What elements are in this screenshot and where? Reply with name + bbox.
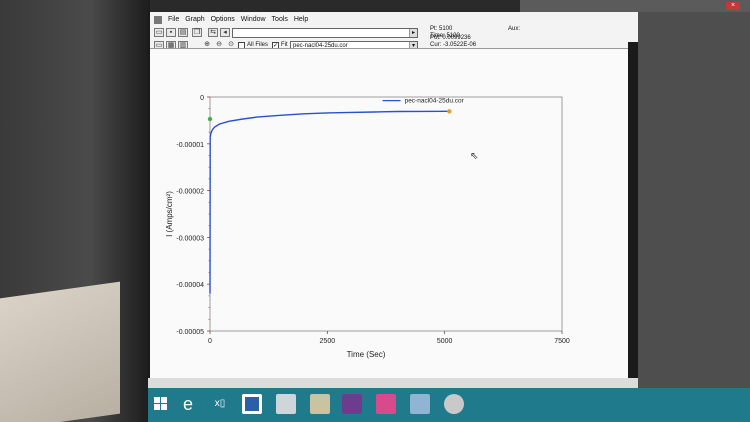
windows-start-icon[interactable] bbox=[152, 394, 172, 414]
window-titlebar: × bbox=[520, 0, 750, 12]
menu-options[interactable]: Options bbox=[211, 14, 235, 26]
y-tick-label: 0 bbox=[200, 95, 204, 102]
x-tick-label: 7500 bbox=[554, 338, 570, 345]
status-block-2: Pot: 0.0099236 Cur: -3.0522E-06 bbox=[430, 35, 476, 49]
menu-help[interactable]: Help bbox=[294, 14, 308, 26]
window-title bbox=[708, 0, 710, 9]
save-icon[interactable]: ▪ bbox=[166, 28, 176, 37]
curve-scroll-field[interactable]: ▸ bbox=[232, 28, 418, 38]
back-icon[interactable]: ◂ bbox=[220, 28, 230, 37]
y-axis-label: I (Amps/cm²) bbox=[165, 191, 174, 237]
window-border-right bbox=[628, 42, 638, 382]
app-icon[interactable] bbox=[444, 394, 464, 414]
copy-icon[interactable]: ❐ bbox=[192, 28, 202, 37]
explorer-icon[interactable] bbox=[276, 394, 296, 414]
excel-icon[interactable]: x▯ bbox=[210, 394, 230, 414]
browser-icon[interactable]: e bbox=[178, 394, 198, 414]
start-marker bbox=[207, 116, 213, 122]
word-icon[interactable] bbox=[242, 394, 262, 414]
swap-icon[interactable]: ⇆ bbox=[208, 28, 218, 37]
series-line bbox=[209, 110, 450, 294]
y-tick-label: -0.00003 bbox=[176, 235, 204, 242]
menu-graph[interactable]: Graph bbox=[185, 14, 204, 26]
legend-label: pec-nacl04-25du.cor bbox=[405, 98, 465, 105]
scroll-right-icon[interactable]: ▸ bbox=[409, 29, 417, 37]
menu-bar: File Graph Options Window Tools Help bbox=[150, 14, 640, 26]
y-tick-label: -0.00002 bbox=[176, 189, 204, 196]
mouse-cursor-icon: ⇖ bbox=[470, 151, 478, 162]
toolbar-row-1: ▭ ▪ ▤ ❐ ⇆ ◂ ▸ Pt: 5100 Time: 5100 Aux: bbox=[150, 26, 640, 40]
status-pot: Pot: 0.0099236 bbox=[430, 35, 471, 41]
x-axis-label: Time (Sec) bbox=[347, 350, 386, 359]
current-vs-time-chart[interactable]: 0 -0.00001 -0.00002 -0.00003 -0.00004 -0.0000… bbox=[150, 49, 636, 379]
close-button[interactable]: × bbox=[726, 2, 740, 10]
print-icon[interactable]: ▤ bbox=[178, 28, 188, 37]
status-pt: Pt: 5100 bbox=[430, 26, 453, 32]
echem-view-icon[interactable] bbox=[310, 394, 330, 414]
menu-tools[interactable]: Tools bbox=[272, 14, 288, 26]
status-aux: Aux: bbox=[508, 26, 521, 32]
app-window: File Graph Options Window Tools Help ▭ ▪… bbox=[148, 12, 638, 380]
open-icon[interactable]: ▭ bbox=[154, 28, 164, 37]
end-marker bbox=[447, 109, 452, 114]
y-tick-label: -0.00004 bbox=[176, 282, 204, 289]
taskbar: e x▯ bbox=[148, 388, 750, 422]
desk-paper bbox=[0, 281, 120, 422]
menu-window[interactable]: Window bbox=[241, 14, 266, 26]
app-icon-z[interactable] bbox=[342, 394, 362, 414]
paint-icon[interactable] bbox=[376, 394, 396, 414]
x-tick-label: 0 bbox=[208, 338, 212, 345]
window-border-bottom bbox=[148, 378, 638, 388]
document-icon[interactable] bbox=[410, 394, 430, 414]
menu-file[interactable]: File bbox=[168, 14, 179, 26]
plot-frame bbox=[209, 96, 563, 332]
y-tick-label: -0.00005 bbox=[176, 329, 204, 336]
monitor-bezel-right bbox=[635, 12, 750, 392]
chart-panel[interactable]: 0 -0.00001 -0.00002 -0.00003 -0.00004 -0.0000… bbox=[150, 48, 636, 378]
x-tick-label: 5000 bbox=[437, 338, 453, 345]
y-tick-label: -0.00001 bbox=[176, 142, 204, 149]
app-menu-icon[interactable] bbox=[154, 16, 162, 24]
monitor-bezel-left bbox=[0, 0, 150, 422]
x-tick-label: 2500 bbox=[320, 338, 336, 345]
